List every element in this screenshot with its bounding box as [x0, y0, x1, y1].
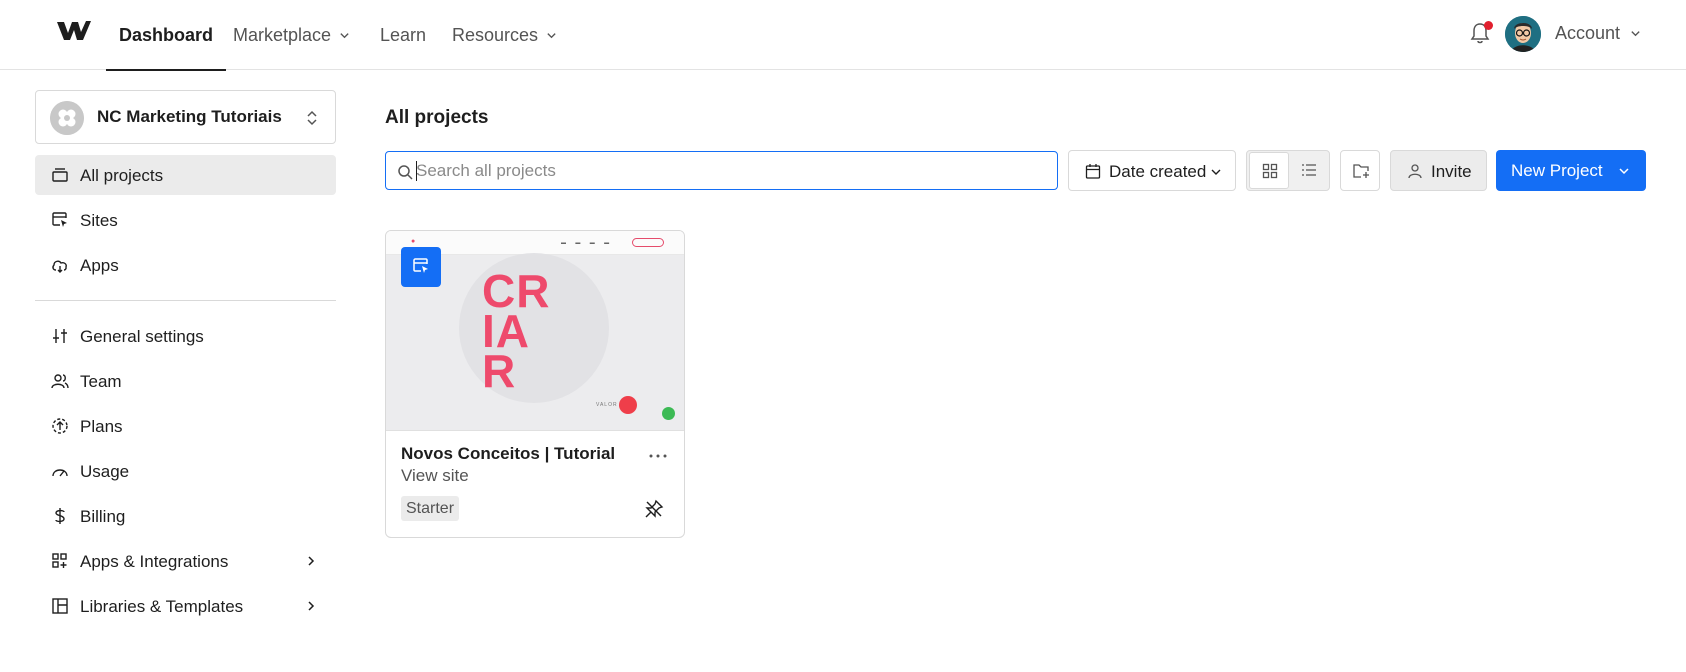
apps-grid-icon	[52, 553, 67, 568]
workspace-name: NC Marketing Tutoriais	[97, 107, 282, 126]
list-icon	[1302, 164, 1316, 176]
new-folder-button[interactable]	[1340, 150, 1380, 191]
search-icon	[398, 165, 413, 180]
thumbnail-headline: CRIAR	[482, 265, 552, 397]
library-icon	[52, 598, 68, 614]
avatar-illustration-icon	[1505, 16, 1541, 52]
grid-view-button[interactable]	[1249, 152, 1289, 189]
unpin-icon[interactable]	[644, 499, 664, 519]
webflow-logo-icon[interactable]	[56, 18, 92, 44]
view-mode-toggle	[1246, 150, 1330, 191]
list-view-button[interactable]	[1289, 152, 1329, 189]
dollar-icon	[55, 508, 65, 524]
nav-marketplace[interactable]: Marketplace	[233, 0, 350, 70]
thumbnail-whatsapp-icon	[662, 407, 675, 420]
nav-resources-label: Resources	[452, 24, 539, 45]
nav-dashboard-label: Dashboard	[119, 24, 214, 45]
sidebar-item-team[interactable]: Team	[35, 361, 336, 401]
avatar[interactable]	[1505, 16, 1541, 52]
plan-badge: Starter	[401, 496, 460, 521]
team-icon	[51, 374, 69, 389]
sidebar-item-all-projects[interactable]: All projects	[35, 155, 336, 195]
nav-learn[interactable]: Learn	[380, 0, 426, 70]
sidebar-item-general-settings[interactable]: General settings	[35, 316, 336, 356]
sliders-icon	[53, 329, 67, 343]
sidebar-item-label: Apps	[80, 256, 119, 275]
site-cursor-icon	[52, 212, 67, 227]
invite-label: Invite	[1431, 162, 1472, 181]
folder-icon	[52, 168, 68, 182]
sidebar-item-billing[interactable]: Billing	[35, 496, 336, 536]
sidebar-item-label: All projects	[80, 166, 164, 185]
sidebar-item-label: Sites	[80, 211, 118, 230]
search-box[interactable]	[385, 151, 1058, 190]
sidebar-item-label: Usage	[80, 462, 130, 481]
search-input[interactable]	[416, 152, 1046, 189]
project-card[interactable]: ● ▬ ▬ ▬ ▬ CRIAR VALOR Novos Conceitos | …	[385, 230, 685, 538]
view-site-link[interactable]: View site	[401, 466, 469, 486]
page-title: All projects	[385, 107, 489, 128]
chevron-down-icon	[1631, 30, 1640, 36]
project-thumbnail[interactable]: ● ▬ ▬ ▬ ▬ CRIAR VALOR	[386, 231, 684, 431]
thumbnail-cta-icon	[632, 238, 664, 247]
thumbnail-headline-text: CRIAR	[482, 265, 551, 397]
site-type-badge	[401, 247, 441, 287]
site-cursor-icon	[413, 258, 428, 273]
project-name[interactable]: Novos Conceitos | Tutorial	[401, 444, 615, 464]
account-label: Account	[1555, 22, 1621, 43]
calendar-icon	[1085, 164, 1101, 179]
sidebar-item-libraries-templates[interactable]: Libraries & Templates	[35, 586, 336, 626]
thumbnail-play-label: VALOR	[596, 402, 618, 408]
new-project-button[interactable]: New Project	[1496, 150, 1646, 191]
gauge-icon	[52, 469, 68, 477]
cloud-app-icon	[52, 260, 67, 273]
new-project-label: New Project	[1511, 161, 1603, 180]
plans-icon	[52, 418, 68, 434]
thumbnail-logo-icon: ●	[411, 238, 416, 245]
account-menu[interactable]: Account	[1555, 0, 1641, 66]
sidebar-item-apps-integrations[interactable]: Apps & Integrations	[35, 541, 336, 581]
text-caret	[416, 161, 417, 181]
top-navigation: Dashboard Marketplace Learn Resources Ac…	[0, 0, 1686, 71]
workspace-switcher[interactable]: NC Marketing Tutoriais	[35, 90, 336, 144]
thumbnail-play-icon	[619, 396, 637, 414]
sidebar-item-apps[interactable]: Apps	[35, 245, 336, 285]
sort-label: Date created	[1109, 162, 1207, 181]
nav-marketplace-label: Marketplace	[233, 24, 332, 45]
chevron-down-icon	[1211, 169, 1221, 175]
sort-dropdown[interactable]: Date created	[1068, 150, 1236, 191]
sidebar-item-label: General settings	[80, 327, 204, 346]
sidebar-item-label: Apps & Integrations	[80, 552, 229, 571]
sidebar-item-label: Billing	[80, 507, 126, 526]
more-options-icon[interactable]	[646, 448, 670, 464]
sidebar-item-sites[interactable]: Sites	[35, 200, 336, 240]
chevron-right-icon	[308, 601, 315, 611]
thumbnail-nav-links-icon: ▬ ▬ ▬ ▬	[561, 240, 610, 246]
chevron-updown-icon	[307, 110, 317, 126]
invite-button[interactable]: Invite	[1390, 150, 1487, 191]
chevron-down-icon	[1619, 168, 1629, 175]
chevron-down-icon	[340, 32, 349, 38]
grid-icon	[1262, 163, 1278, 179]
nav-learn-label: Learn	[380, 24, 427, 45]
sidebar-item-usage[interactable]: Usage	[35, 451, 336, 491]
workspace-avatar-icon	[50, 101, 84, 135]
sidebar-item-label: Plans	[80, 417, 123, 436]
chevron-right-icon	[308, 556, 315, 566]
folder-plus-icon	[1353, 164, 1369, 178]
nav-resources[interactable]: Resources	[452, 0, 557, 70]
notification-dot	[1484, 21, 1493, 30]
nav-dashboard[interactable]: Dashboard	[105, 0, 227, 71]
chevron-down-icon	[547, 32, 556, 38]
sidebar-item-label: Team	[80, 372, 122, 391]
user-icon	[1408, 164, 1422, 179]
sidebar-item-label: Libraries & Templates	[80, 597, 244, 616]
sidebar-item-plans[interactable]: Plans	[35, 406, 336, 446]
sidebar-divider	[35, 300, 336, 301]
